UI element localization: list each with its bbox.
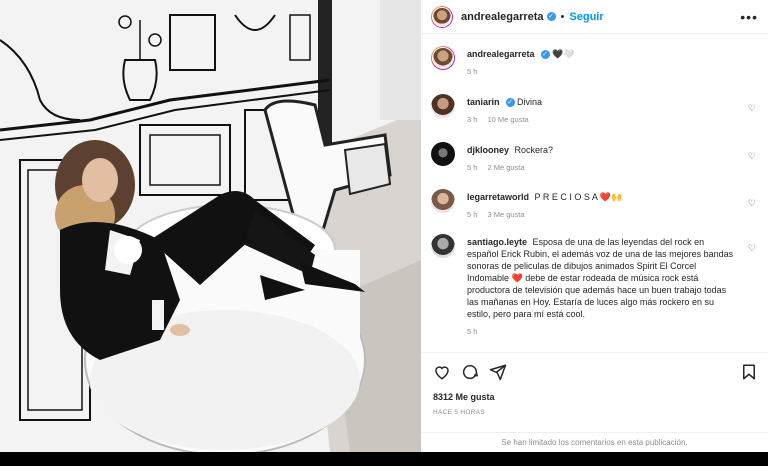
comment-time[interactable]: 5 h xyxy=(467,210,477,219)
commenter-avatar[interactable] xyxy=(431,234,455,258)
comments-panel: andrealegarreta ✓ • Seguir ••• andrealeg… xyxy=(421,0,768,452)
caption-time[interactable]: 5 h xyxy=(467,67,477,76)
post-image xyxy=(0,0,421,452)
post-photo[interactable] xyxy=(0,0,421,452)
like-comment-heart-icon[interactable]: ♡ xyxy=(748,102,756,114)
comment-time[interactable]: 3 h xyxy=(467,115,477,124)
comment-username[interactable]: santiago.leyte xyxy=(467,237,527,247)
comment-username[interactable]: legarretaworld xyxy=(467,192,529,202)
comments-list[interactable]: andrealegarreta ✓ 🖤🤍 5 h taniarin ✓ Divina… xyxy=(421,34,768,350)
like-comment-heart-icon[interactable]: ♡ xyxy=(748,150,756,162)
verified-icon: ✓ xyxy=(505,98,515,108)
comment-text: Esposa de una de las leyendas del rock e… xyxy=(467,237,734,319)
verified-icon: ✓ xyxy=(546,12,556,21)
comment-text: Rockera? xyxy=(514,145,554,155)
post-actions-bar xyxy=(421,352,768,393)
commenter-avatar[interactable] xyxy=(431,189,455,213)
author-username[interactable]: andrealegarreta xyxy=(461,11,544,23)
author-avatar[interactable] xyxy=(431,5,453,28)
commenter-avatar[interactable] xyxy=(431,94,455,118)
follow-button[interactable]: Seguir xyxy=(569,11,603,23)
comment-icon[interactable] xyxy=(461,363,479,381)
post-modal: andrealegarreta ✓ • Seguir ••• andrealeg… xyxy=(0,0,768,466)
caption-avatar[interactable] xyxy=(431,46,455,70)
comments-limited-notice: Se han limitado los comentarios en esta … xyxy=(421,432,768,453)
comment-username[interactable]: taniarin xyxy=(467,97,500,107)
like-comment-heart-icon[interactable]: ♡ xyxy=(748,197,756,209)
save-bookmark-icon[interactable] xyxy=(740,363,758,381)
comment-likes[interactable]: 3 Me gusta xyxy=(487,210,524,219)
comment-time[interactable]: 5 h xyxy=(467,163,477,172)
comment-text: P R E C I O S A ❤️🙌 xyxy=(534,192,623,202)
more-options-icon[interactable]: ••• xyxy=(740,9,758,25)
verified-icon: ✓ xyxy=(540,50,550,60)
post-header: andrealegarreta ✓ • Seguir ••• xyxy=(421,0,768,34)
comment-likes[interactable]: 2 Me gusta xyxy=(487,163,524,172)
share-icon[interactable] xyxy=(489,363,507,381)
caption-username[interactable]: andrealegarreta xyxy=(467,49,535,59)
caption-text: 🖤🤍 xyxy=(552,49,575,59)
comment-text: Divina xyxy=(517,97,543,107)
comment-likes[interactable]: 10 Me gusta xyxy=(487,115,528,124)
modal-backdrop xyxy=(0,452,768,466)
like-comment-heart-icon[interactable]: ♡ xyxy=(748,242,756,254)
comment-time[interactable]: 5 h xyxy=(467,327,477,336)
like-heart-icon[interactable] xyxy=(433,363,451,381)
likes-count[interactable]: 8312 Me gusta xyxy=(433,392,495,402)
commenter-avatar[interactable] xyxy=(431,142,455,166)
post-timestamp[interactable]: HACE 5 HORAS xyxy=(433,409,485,416)
separator-dot: • xyxy=(560,10,565,23)
comment-username[interactable]: djklooney xyxy=(467,145,509,155)
